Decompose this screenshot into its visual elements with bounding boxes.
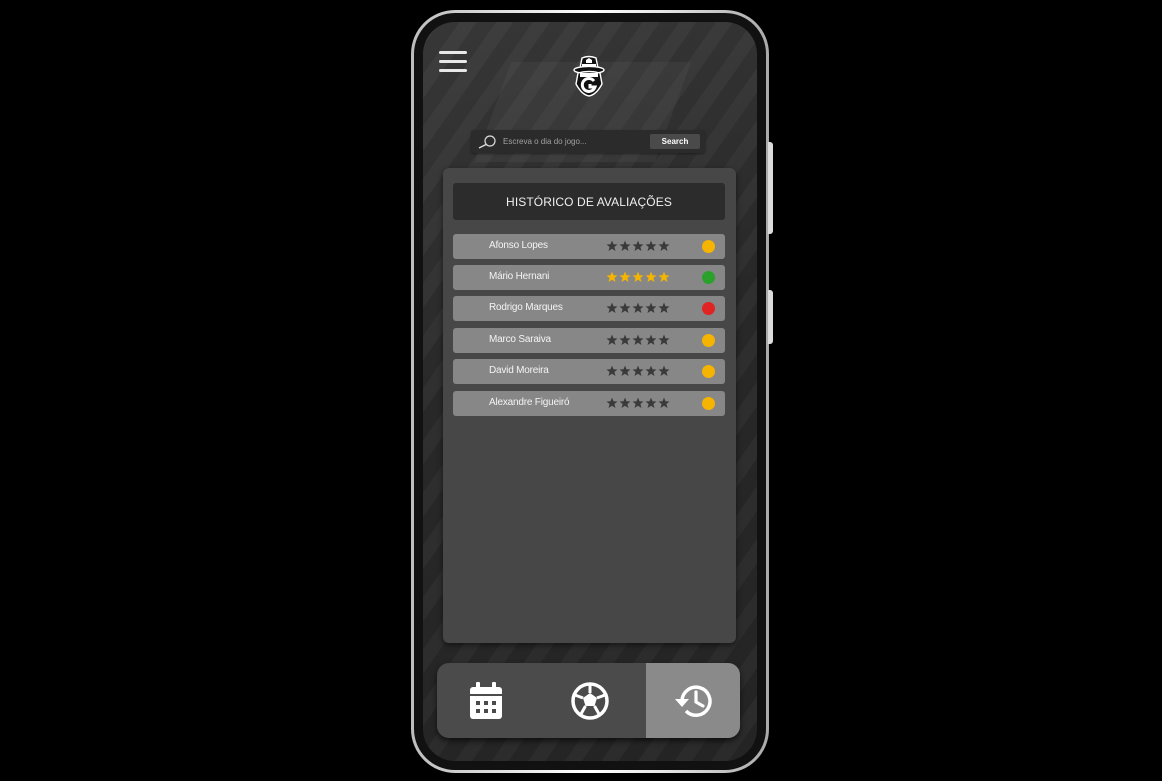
star-icon[interactable] — [645, 240, 658, 252]
star-icon[interactable] — [645, 334, 658, 346]
history-row[interactable]: Afonso Lopes — [453, 234, 725, 259]
app-screen: Search HISTÓRICO DE AVALIAÇÕES Afonso Lo… — [423, 22, 757, 761]
star-icon[interactable] — [645, 365, 658, 377]
phone-frame: Search HISTÓRICO DE AVALIAÇÕES Afonso Lo… — [411, 10, 773, 773]
star-icon[interactable] — [619, 271, 632, 283]
player-name: Mário Hernani — [489, 271, 550, 282]
star-icon[interactable] — [606, 397, 619, 409]
star-icon[interactable] — [632, 397, 645, 409]
status-indicator — [702, 302, 715, 315]
star-icon[interactable] — [606, 240, 619, 252]
star-icon[interactable] — [658, 397, 671, 409]
hamburger-menu-icon[interactable] — [439, 51, 467, 73]
star-icon[interactable] — [619, 302, 632, 314]
player-name: Marco Saraiva — [489, 334, 551, 345]
star-rating[interactable] — [606, 271, 671, 283]
soccer-ball-icon — [571, 681, 609, 720]
star-icon[interactable] — [645, 397, 658, 409]
star-icon[interactable] — [658, 365, 671, 377]
star-rating[interactable] — [606, 302, 671, 314]
history-icon — [675, 684, 712, 717]
star-icon[interactable] — [619, 365, 632, 377]
player-name: David Moreira — [489, 365, 549, 376]
player-name: Afonso Lopes — [489, 240, 548, 251]
search-input[interactable] — [499, 137, 650, 146]
star-icon[interactable] — [606, 334, 619, 346]
star-rating[interactable] — [606, 240, 671, 252]
star-icon[interactable] — [606, 271, 619, 283]
star-icon[interactable] — [658, 334, 671, 346]
phone-bezel: Search HISTÓRICO DE AVALIAÇÕES Afonso Lo… — [414, 13, 766, 770]
history-row[interactable]: Alexandre Figueiró — [453, 391, 725, 416]
search-bar: Search — [471, 130, 705, 153]
star-icon[interactable] — [619, 240, 632, 252]
search-button[interactable]: Search — [650, 134, 700, 149]
calendar-icon — [469, 681, 502, 719]
star-icon[interactable] — [632, 334, 645, 346]
star-icon[interactable] — [645, 271, 658, 283]
history-card: HISTÓRICO DE AVALIAÇÕES Afonso Lopes Mári… — [443, 168, 736, 643]
star-icon[interactable] — [619, 334, 632, 346]
star-rating[interactable] — [606, 397, 671, 409]
status-indicator — [702, 397, 715, 410]
star-icon[interactable] — [632, 302, 645, 314]
history-row[interactable]: David Moreira — [453, 359, 725, 384]
history-row[interactable]: Mário Hernani — [453, 265, 725, 290]
player-name: Alexandre Figueiró — [489, 397, 570, 408]
player-name: Rodrigo Marques — [489, 302, 563, 313]
star-icon[interactable] — [632, 240, 645, 252]
power-button — [768, 290, 773, 344]
status-indicator — [702, 365, 715, 378]
star-icon[interactable] — [658, 240, 671, 252]
volume-button — [768, 142, 773, 234]
history-row[interactable]: Rodrigo Marques — [453, 296, 725, 321]
star-icon[interactable] — [619, 397, 632, 409]
star-rating[interactable] — [606, 334, 671, 346]
star-icon[interactable] — [658, 271, 671, 283]
status-indicator — [702, 334, 715, 347]
star-icon[interactable] — [632, 271, 645, 283]
status-indicator — [702, 240, 715, 253]
star-icon[interactable] — [606, 302, 619, 314]
star-icon[interactable] — [606, 365, 619, 377]
search-icon — [478, 134, 496, 149]
nav-calendar[interactable] — [437, 663, 534, 738]
nav-match[interactable] — [534, 663, 646, 738]
nav-history[interactable] — [646, 663, 740, 738]
history-title: HISTÓRICO DE AVALIAÇÕES — [453, 183, 725, 220]
star-rating[interactable] — [606, 365, 671, 377]
star-icon[interactable] — [658, 302, 671, 314]
status-indicator — [702, 271, 715, 284]
bottom-navigation — [437, 663, 740, 738]
star-icon[interactable] — [632, 365, 645, 377]
star-icon[interactable] — [645, 302, 658, 314]
app-logo-icon — [573, 55, 605, 97]
history-row[interactable]: Marco Saraiva — [453, 328, 725, 353]
